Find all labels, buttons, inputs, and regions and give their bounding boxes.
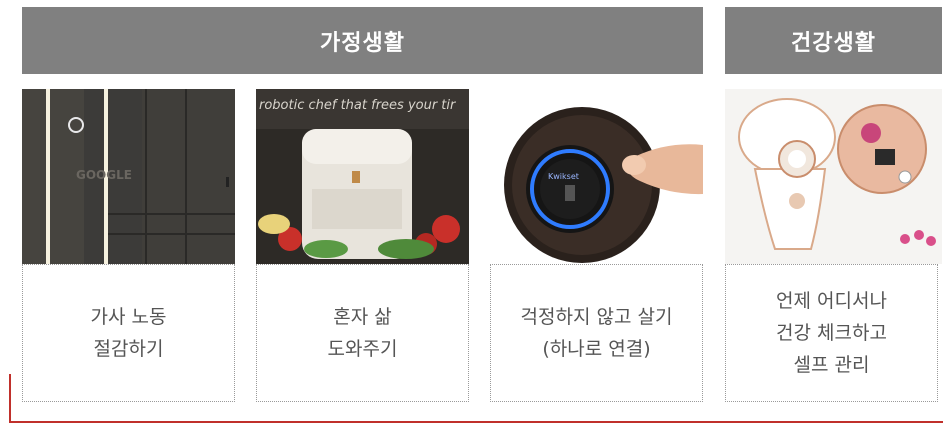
- card-living-alone: 혼자 삶 도와주기: [256, 264, 469, 402]
- card-worry-free: 걱정하지 않고 살기 (하나로 연결): [490, 264, 703, 402]
- home-life-header: 가정생활: [22, 7, 703, 74]
- card-housework-line2: 절감하기: [93, 338, 164, 360]
- card-health-check-line1: 언제 어디서나: [776, 290, 887, 312]
- photo1-watermark: GOOGLE: [76, 168, 132, 182]
- photo2-banner: robotic chef that frees your tir: [259, 98, 457, 113]
- card-health-check-line3: 셀프 관리: [793, 354, 870, 376]
- card-health-check: 언제 어디서나 건강 체크하고 셀프 관리: [725, 264, 938, 402]
- health-life-header: 건강생활: [725, 7, 942, 74]
- accent-line-vertical: [9, 374, 11, 422]
- card-worry-free-line1: 걱정하지 않고 살기: [520, 306, 673, 328]
- card-housework-line1: 가사 노동: [90, 306, 167, 328]
- robotic-chef-photo: robotic chef that frees your tir: [256, 89, 469, 264]
- smart-lock-photo: Kwikset: [490, 89, 703, 264]
- card-worry-free-line2: (하나로 연결): [542, 338, 651, 360]
- smart-wall-photo: GOOGLE: [22, 89, 235, 264]
- card-living-alone-line2: 도와주기: [327, 338, 398, 360]
- card-housework: 가사 노동 절감하기: [22, 264, 235, 402]
- card-health-check-line2: 건강 체크하고: [776, 322, 887, 344]
- photo3-brand: Kwikset: [548, 172, 579, 181]
- health-device-photo: [725, 89, 942, 264]
- card-living-alone-line1: 혼자 삶: [333, 306, 392, 328]
